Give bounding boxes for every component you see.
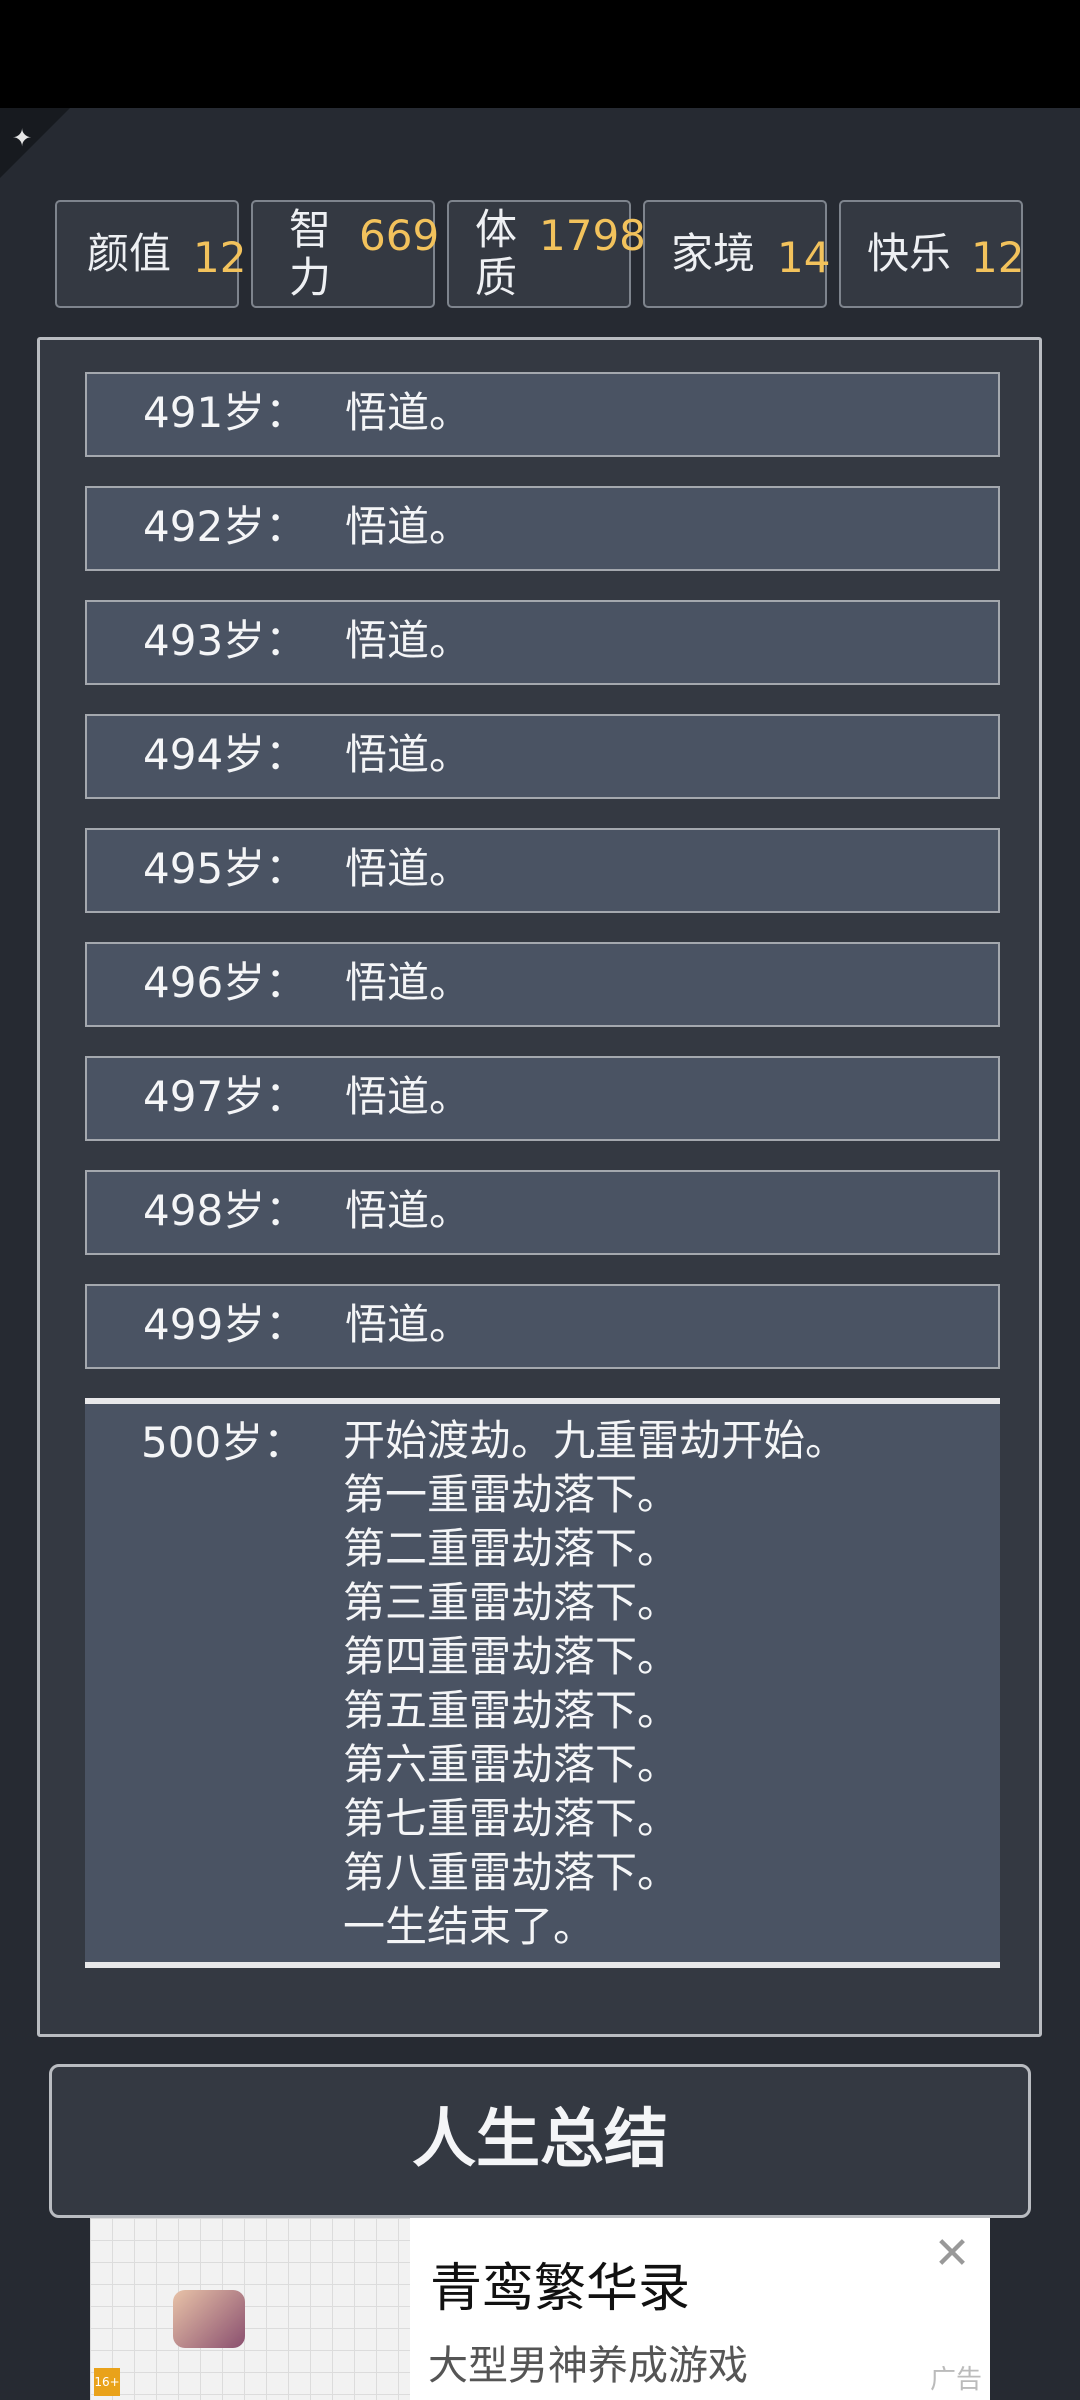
close-icon[interactable]: ✕ bbox=[928, 2230, 976, 2278]
log-event: 悟道。 bbox=[345, 616, 472, 665]
ad-title[interactable]: 青鸾繁华录 bbox=[430, 2258, 690, 2320]
log-event: 悟道。 bbox=[345, 1186, 472, 1235]
status-bar bbox=[0, 0, 1080, 108]
log-age: 492岁： bbox=[143, 502, 308, 551]
stat-label: 智力 bbox=[289, 205, 332, 302]
ad-image[interactable]: 16+ bbox=[90, 2218, 410, 2400]
log-entry: 494岁： 悟道。 bbox=[85, 714, 1000, 799]
log-age: 499岁： bbox=[143, 1300, 308, 1349]
stat-value: 1798 bbox=[539, 211, 646, 260]
log-entry: 498岁： 悟道。 bbox=[85, 1170, 1000, 1255]
stat-value: 14 bbox=[777, 233, 831, 282]
sparkle-icon: ✦ bbox=[12, 124, 33, 152]
stat-value: 12 bbox=[193, 233, 247, 282]
log-age: 496岁： bbox=[143, 958, 308, 1007]
log-entry: 493岁： 悟道。 bbox=[85, 600, 1000, 685]
stats-row: 颜值 12 智力 669 体质 1798 家境 14 快乐 12 bbox=[55, 200, 1025, 313]
log-age: 491岁： bbox=[143, 388, 308, 437]
log-event-line: 第五重雷劫落下。 bbox=[343, 1686, 680, 1735]
log-event: 悟道。 bbox=[345, 1300, 472, 1349]
log-event: 悟道。 bbox=[345, 388, 472, 437]
log-event-line: 第三重雷劫落下。 bbox=[343, 1578, 680, 1627]
log-entry: 492岁： 悟道。 bbox=[85, 486, 1000, 571]
stat-value: 12 bbox=[971, 233, 1025, 282]
log-event-line: 第四重雷劫落下。 bbox=[343, 1632, 680, 1681]
log-entry: 497岁： 悟道。 bbox=[85, 1056, 1000, 1141]
stat-happiness: 快乐 12 bbox=[839, 200, 1025, 308]
log-entry: 499岁： 悟道。 bbox=[85, 1284, 1000, 1369]
log-entry: 496岁： 悟道。 bbox=[85, 942, 1000, 1027]
log-event-line: 第一重雷劫落下。 bbox=[343, 1470, 680, 1519]
log-age: 494岁： bbox=[143, 730, 308, 779]
log-age: 497岁： bbox=[143, 1072, 308, 1121]
log-event: 悟道。 bbox=[345, 730, 472, 779]
stat-value: 669 bbox=[359, 211, 440, 260]
log-event-line: 第二重雷劫落下。 bbox=[343, 1524, 680, 1573]
log-age: 498岁： bbox=[143, 1186, 308, 1235]
stat-label: 颜值 bbox=[87, 229, 172, 278]
life-summary-button[interactable]: 人生总结 bbox=[49, 2064, 1031, 2218]
game-avatar-image bbox=[173, 2290, 245, 2348]
life-log-panel[interactable]: 491岁： 悟道。 492岁： 悟道。 493岁： 悟道。 494岁： 悟道。 … bbox=[37, 337, 1042, 2037]
stat-label: 快乐 bbox=[867, 229, 952, 278]
stat-label: 家境 bbox=[671, 229, 756, 278]
corner-badge: ✦ bbox=[0, 108, 70, 178]
log-event: 悟道。 bbox=[345, 844, 472, 893]
stat-appearance: 颜值 12 bbox=[55, 200, 246, 308]
life-restart-screen: ✦ 颜值 12 智力 669 体质 1798 家境 14 快乐 12 491岁：… bbox=[0, 0, 1080, 2400]
log-event: 悟道。 bbox=[345, 1072, 472, 1121]
log-entry-final: 500岁： 开始渡劫。九重雷劫开始。 第一重雷劫落下。 第二重雷劫落下。 第三重… bbox=[85, 1398, 1000, 1968]
log-event-line: 第七重雷劫落下。 bbox=[343, 1794, 680, 1843]
log-event-line: 一生结束了。 bbox=[343, 1902, 596, 1951]
log-event-line: 第八重雷劫落下。 bbox=[343, 1848, 680, 1897]
ad-subtitle: 大型男神养成游戏 bbox=[428, 2343, 748, 2389]
log-event-lines: 开始渡劫。九重雷劫开始。 第一重雷劫落下。 第二重雷劫落下。 第三重雷劫落下。 … bbox=[343, 1414, 847, 1954]
log-entry: 491岁： 悟道。 bbox=[85, 372, 1000, 457]
log-age: 493岁： bbox=[143, 616, 308, 665]
ad-banner[interactable]: 16+ 青鸾繁华录 大型男神养成游戏 ✕ 广告 bbox=[90, 2218, 990, 2400]
log-event: 悟道。 bbox=[345, 502, 472, 551]
age-rating-badge: 16+ bbox=[94, 2368, 120, 2396]
log-event-line: 第六重雷劫落下。 bbox=[343, 1740, 680, 1789]
stat-label: 体质 bbox=[475, 205, 518, 302]
log-age: 500岁： bbox=[141, 1418, 306, 1467]
stat-intelligence: 智力 669 bbox=[251, 200, 439, 308]
log-entry: 495岁： 悟道。 bbox=[85, 828, 1000, 913]
stat-family: 家境 14 bbox=[643, 200, 831, 308]
log-event: 悟道。 bbox=[345, 958, 472, 1007]
log-age: 495岁： bbox=[143, 844, 308, 893]
stat-constitution: 体质 1798 bbox=[447, 200, 646, 308]
log-event-line: 开始渡劫。九重雷劫开始。 bbox=[343, 1416, 848, 1465]
ad-label: 广告 bbox=[930, 2365, 983, 2395]
